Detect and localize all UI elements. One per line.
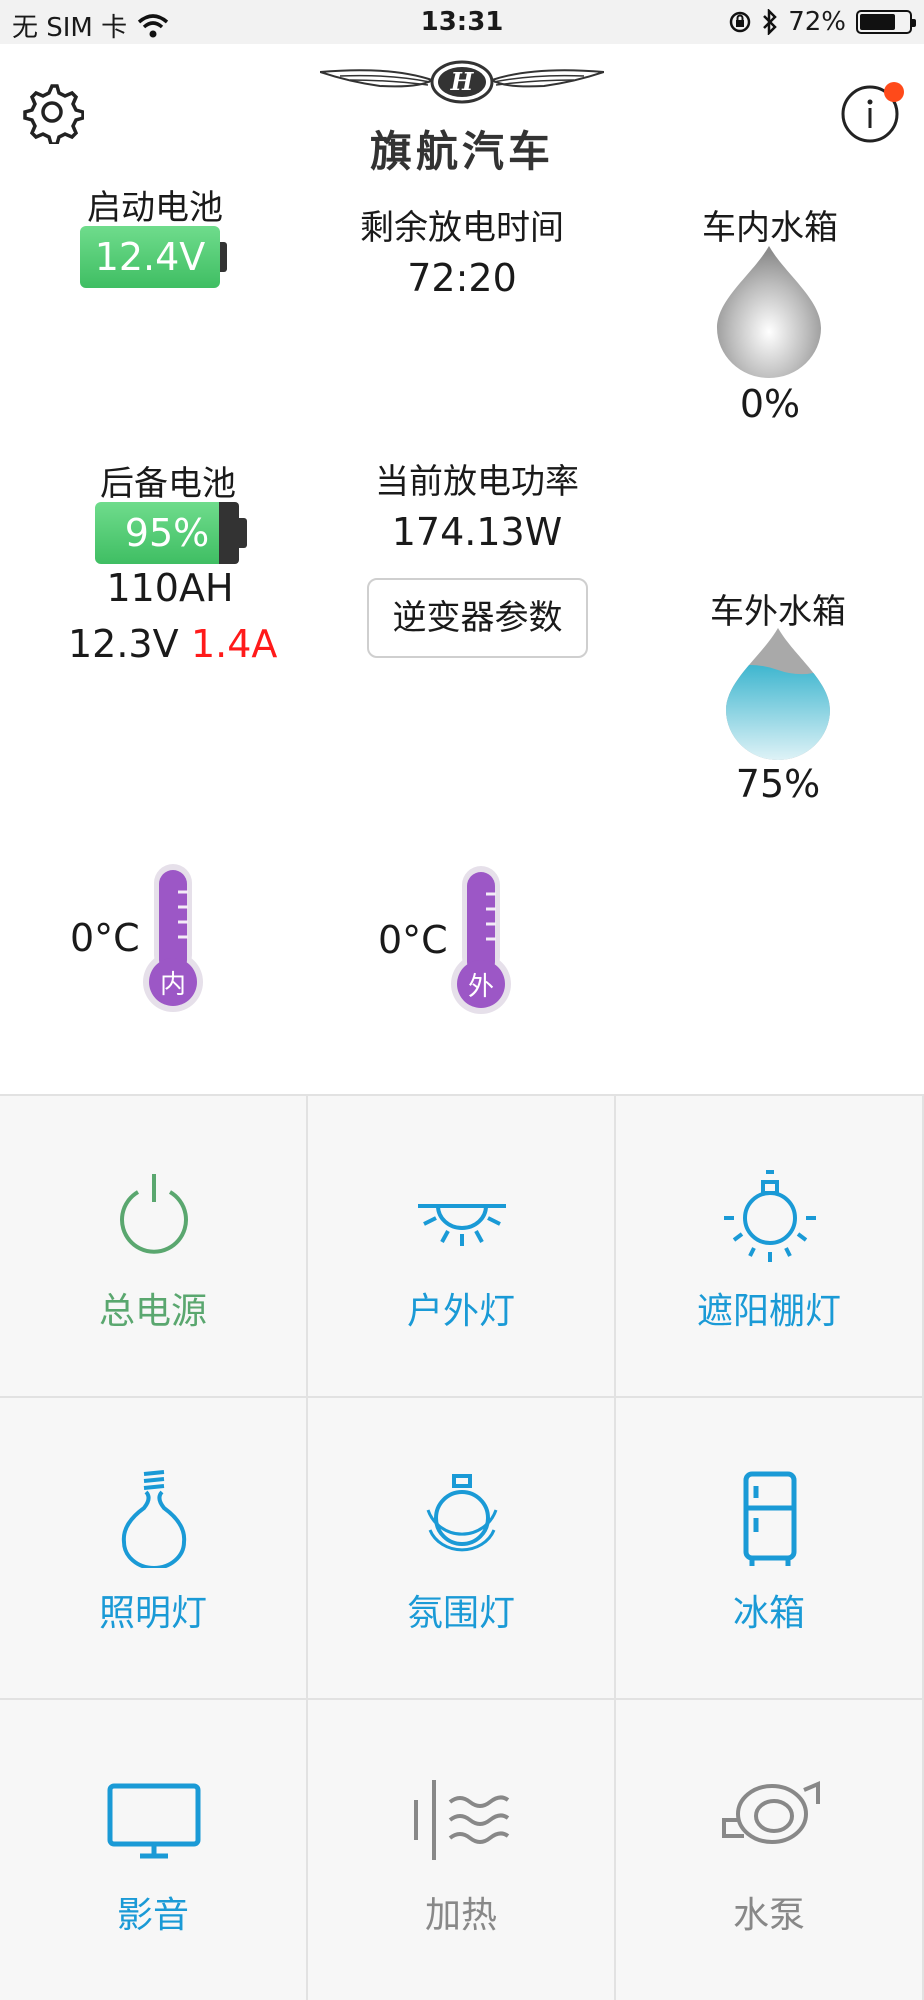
control-ambient-light[interactable]: 氛围灯 xyxy=(308,1398,616,1700)
pump-icon xyxy=(722,1780,820,1844)
outdoor-light-icon xyxy=(418,1204,506,1246)
rotation-lock-icon xyxy=(729,11,751,33)
battery-percent: 72% xyxy=(788,7,846,37)
awning-light-icon xyxy=(724,1170,816,1262)
control-label: 冰箱 xyxy=(732,1593,805,1634)
backup-battery-gauge: 95% xyxy=(95,502,247,564)
inner-tank-percent: 0% xyxy=(739,382,801,426)
backup-battery-current: 1.4A xyxy=(191,622,278,666)
control-av[interactable]: 影音 xyxy=(0,1700,308,2000)
start-battery-cap xyxy=(220,242,227,272)
temp-inside-tag: 内 xyxy=(159,970,186,1000)
backup-battery-cap xyxy=(239,518,247,548)
control-heater[interactable]: 加热 xyxy=(308,1700,616,2000)
control-label: 加热 xyxy=(424,1895,497,1936)
control-power[interactable]: 总电源 xyxy=(0,1096,308,1398)
power-icon xyxy=(120,1174,188,1254)
control-label: 总电源 xyxy=(98,1291,207,1332)
bluetooth-icon xyxy=(763,9,777,35)
settings-gear-icon[interactable] xyxy=(20,80,84,144)
backup-battery-percent: 95% xyxy=(124,511,210,555)
wings-emblem-icon: H xyxy=(319,60,605,104)
control-outdoor-light[interactable]: 户外灯 xyxy=(308,1096,616,1398)
tv-icon xyxy=(107,1783,201,1859)
control-label: 氛围灯 xyxy=(406,1593,515,1634)
thermometer-outside-icon: 外 xyxy=(446,864,516,1014)
start-battery-gauge: 12.4V xyxy=(80,226,230,288)
inverter-params-button[interactable]: 逆变器参数 xyxy=(367,578,588,658)
status-right: 72% xyxy=(728,7,916,37)
status-bar: 无 SIM 卡 13:31 72% xyxy=(0,0,924,44)
temp-outside-tag: 外 xyxy=(467,972,494,1002)
brand-name: 旗航汽车 xyxy=(369,127,554,176)
discharge-time-label: 剩余放电时间 xyxy=(360,208,564,248)
ambient-light-icon xyxy=(426,1474,498,1552)
start-battery-voltage: 12.4V xyxy=(80,226,220,288)
control-lighting[interactable]: 照明灯 xyxy=(0,1398,308,1700)
brand-logo: H 旗航汽车 xyxy=(319,58,605,176)
inner-tank-label: 车内水箱 xyxy=(702,208,838,248)
battery-icon-fill xyxy=(860,14,895,30)
control-label: 影音 xyxy=(116,1895,189,1936)
discharge-power-value: 174.13W xyxy=(391,510,563,554)
discharge-time-value: 72:20 xyxy=(407,256,517,300)
fridge-icon xyxy=(743,1471,797,1566)
heater-icon xyxy=(414,1780,510,1860)
info-button[interactable] xyxy=(840,80,904,144)
control-label: 水泵 xyxy=(732,1895,805,1936)
thermometer-inside-icon: 内 xyxy=(138,862,208,1012)
backup-battery-capacity: 110AH xyxy=(106,566,234,610)
discharge-power-label: 当前放电功率 xyxy=(375,462,579,502)
outer-tank-percent: 75% xyxy=(735,762,821,806)
svg-text:H: H xyxy=(450,67,475,96)
control-fridge[interactable]: 冰箱 xyxy=(616,1398,924,1700)
inner-tank-drop-icon xyxy=(717,246,821,378)
control-grid: 总电源 户外灯 遮阳棚灯 照明灯 氛围灯 冰箱 影音 加热 水泵 xyxy=(0,1094,924,2000)
control-label: 照明灯 xyxy=(98,1593,207,1634)
start-battery-label: 启动电池 xyxy=(87,188,223,228)
outer-tank-drop-icon xyxy=(726,628,830,760)
control-pump[interactable]: 水泵 xyxy=(616,1700,924,2000)
bulb-icon xyxy=(121,1470,187,1568)
control-awning-light[interactable]: 遮阳棚灯 xyxy=(616,1096,924,1398)
control-label: 户外灯 xyxy=(406,1291,515,1332)
control-label: 遮阳棚灯 xyxy=(696,1291,841,1332)
backup-battery-voltage: 12.3V xyxy=(68,622,179,666)
backup-battery-label: 后备电池 xyxy=(100,464,236,504)
battery-icon xyxy=(856,10,916,34)
notification-dot xyxy=(884,82,904,102)
